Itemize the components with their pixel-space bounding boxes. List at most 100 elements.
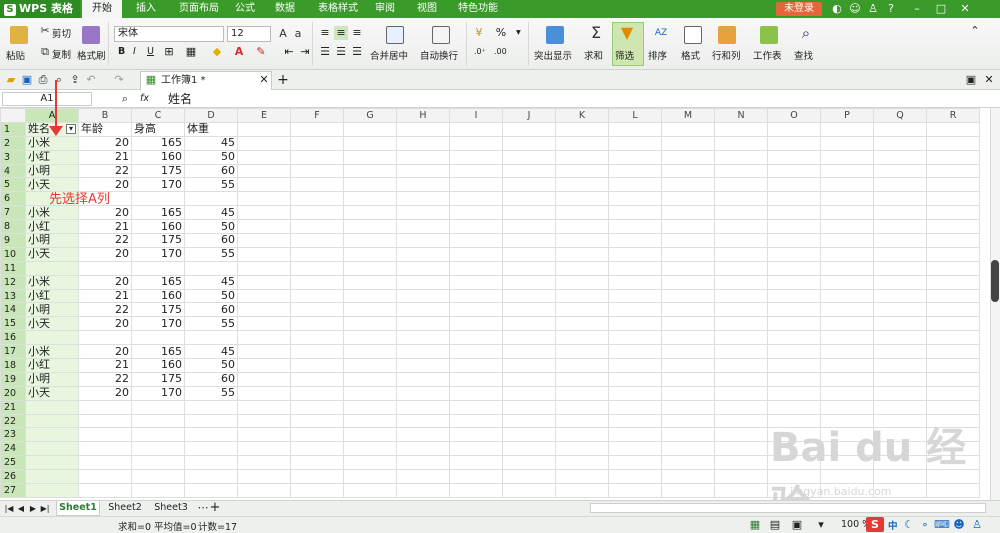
ribbon-collapse-icon[interactable]: ⌃ [968,24,982,38]
cell-m27[interactable] [661,483,715,498]
row-header[interactable]: 18 [0,358,26,373]
column-header-q[interactable]: Q [873,108,927,123]
cell-b11[interactable] [78,260,132,276]
cell-i20[interactable] [449,385,503,401]
cell-l9[interactable] [608,233,662,248]
cell-j27[interactable] [502,483,556,498]
cell-p19[interactable] [820,371,874,387]
cell-j19[interactable] [502,371,556,387]
shirt-skin-icon[interactable]: ♙ [970,518,984,532]
cell-j25[interactable] [502,455,556,471]
cell-n12[interactable] [714,274,768,290]
cell-p15[interactable] [820,316,874,332]
scroll-thumb[interactable] [991,260,999,302]
cell-o17[interactable] [767,344,821,360]
cell-f6[interactable] [290,191,344,207]
cell-c5[interactable]: 170 [131,177,185,193]
cell-g12[interactable] [343,274,397,290]
cell-l16[interactable] [608,330,662,346]
cell-p18[interactable] [820,358,874,373]
row-header[interactable]: 20 [0,385,26,401]
cell-m25[interactable] [661,455,715,471]
cell-f20[interactable] [290,385,344,401]
cell-j5[interactable] [502,177,556,193]
cell-q9[interactable] [873,233,927,248]
app-menu-button[interactable]: SWPS 表格 ▾ [0,0,80,33]
cell-o20[interactable] [767,385,821,401]
row-header[interactable]: 27 [0,483,26,498]
cell-k16[interactable] [555,330,609,346]
cell-d27[interactable] [184,483,238,498]
cell-p9[interactable] [820,233,874,248]
align-right-icon[interactable]: ☰ [350,45,364,59]
cell-a11[interactable] [25,260,79,276]
cell-b18[interactable]: 21 [78,358,132,373]
cell-b9[interactable]: 22 [78,233,132,248]
cell-b20[interactable]: 20 [78,385,132,401]
cell-r14[interactable] [926,302,980,318]
close-tab-icon[interactable]: ✕ [257,73,271,87]
cell-p7[interactable] [820,205,874,221]
cell-e26[interactable] [237,469,291,485]
skin-icon[interactable]: ◐ [830,2,844,16]
cell-l2[interactable] [608,135,662,151]
cell-k12[interactable] [555,274,609,290]
cell-c4[interactable]: 175 [131,163,185,179]
cell-j13[interactable] [502,288,556,304]
cell-l23[interactable] [608,427,662,443]
cell-n3[interactable] [714,149,768,165]
column-header-j[interactable]: J [502,108,556,123]
cell-l1[interactable] [608,121,662,137]
cell-m10[interactable] [661,246,715,262]
normal-view-icon[interactable]: ▦ [748,518,762,532]
cell-g26[interactable] [343,469,397,485]
cell-d26[interactable] [184,469,238,485]
fx-icon[interactable]: fx [140,93,149,104]
cell-m8[interactable] [661,219,715,235]
cell-b7[interactable]: 20 [78,205,132,221]
cell-d8[interactable]: 50 [184,219,238,235]
cell-r13[interactable] [926,288,980,304]
cell-i7[interactable] [449,205,503,221]
row-header[interactable]: 25 [0,455,26,471]
cell-n25[interactable] [714,455,768,471]
cell-a15[interactable]: 小天 [25,316,79,332]
cell-m2[interactable] [661,135,715,151]
cell-f25[interactable] [290,455,344,471]
cell-e7[interactable] [237,205,291,221]
cell-j2[interactable] [502,135,556,151]
cell-f11[interactable] [290,260,344,276]
cell-l6[interactable] [608,191,662,207]
cell-c7[interactable]: 165 [131,205,185,221]
cell-i23[interactable] [449,427,503,443]
cell-f26[interactable] [290,469,344,485]
cell-k13[interactable] [555,288,609,304]
cell-d1[interactable]: 体重 [184,121,238,137]
cell-e8[interactable] [237,219,291,235]
cell-h24[interactable] [396,441,450,457]
cell-o12[interactable] [767,274,821,290]
column-header-p[interactable]: P [820,108,874,123]
cell-c20[interactable]: 170 [131,385,185,401]
tab-special[interactable]: 特色功能 [450,0,506,18]
cell-g20[interactable] [343,385,397,401]
cell-g4[interactable] [343,163,397,179]
cell-m24[interactable] [661,441,715,457]
cell-c6[interactable] [131,191,185,207]
cell-b19[interactable]: 22 [78,371,132,387]
cell-i10[interactable] [449,246,503,262]
cell-l7[interactable] [608,205,662,221]
cell-f7[interactable] [290,205,344,221]
sheet-tab-2[interactable]: Sheet2 [104,501,146,516]
close-doc-icon[interactable]: ✕ [982,73,996,87]
cell-e16[interactable] [237,330,291,346]
cell-p8[interactable] [820,219,874,235]
cell-r18[interactable] [926,358,980,373]
cell-f24[interactable] [290,441,344,457]
italic-button[interactable]: I [133,46,136,57]
cell-q1[interactable] [873,121,927,137]
cell-a23[interactable] [25,427,79,443]
cell-h3[interactable] [396,149,450,165]
cell-b24[interactable] [78,441,132,457]
minimize-icon[interactable]: – [910,2,924,16]
